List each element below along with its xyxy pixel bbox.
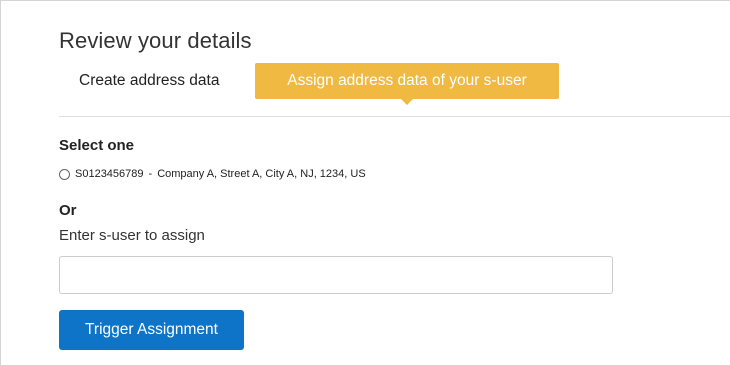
review-details-panel: Review your details Create address data … [0, 0, 730, 365]
radio-button[interactable] [59, 168, 70, 180]
active-tab-caret-icon [401, 99, 413, 105]
trigger-assignment-button[interactable]: Trigger Assignment [59, 310, 244, 350]
tab-create-address-data[interactable]: Create address data [65, 63, 233, 99]
s-user-input[interactable] [59, 256, 613, 294]
address-option-radio-row[interactable]: S0123456789 - Company A, Street A, City … [59, 165, 366, 183]
tab-assign-address-data-label: Assign address data of your s-user [287, 72, 527, 89]
select-one-heading: Select one [59, 137, 135, 154]
page-title: Review your details [59, 28, 252, 53]
address-option-address: Company A, Street A, City A, NJ, 1234, U… [157, 168, 366, 180]
section-divider [59, 116, 730, 117]
address-option-id: S0123456789 [75, 168, 144, 180]
tab-assign-address-data[interactable]: Assign address data of your s-user [255, 63, 559, 105]
or-heading: Or [59, 202, 77, 219]
s-user-input-label: Enter s-user to assign [59, 227, 205, 244]
address-option-separator: - [148, 168, 153, 180]
